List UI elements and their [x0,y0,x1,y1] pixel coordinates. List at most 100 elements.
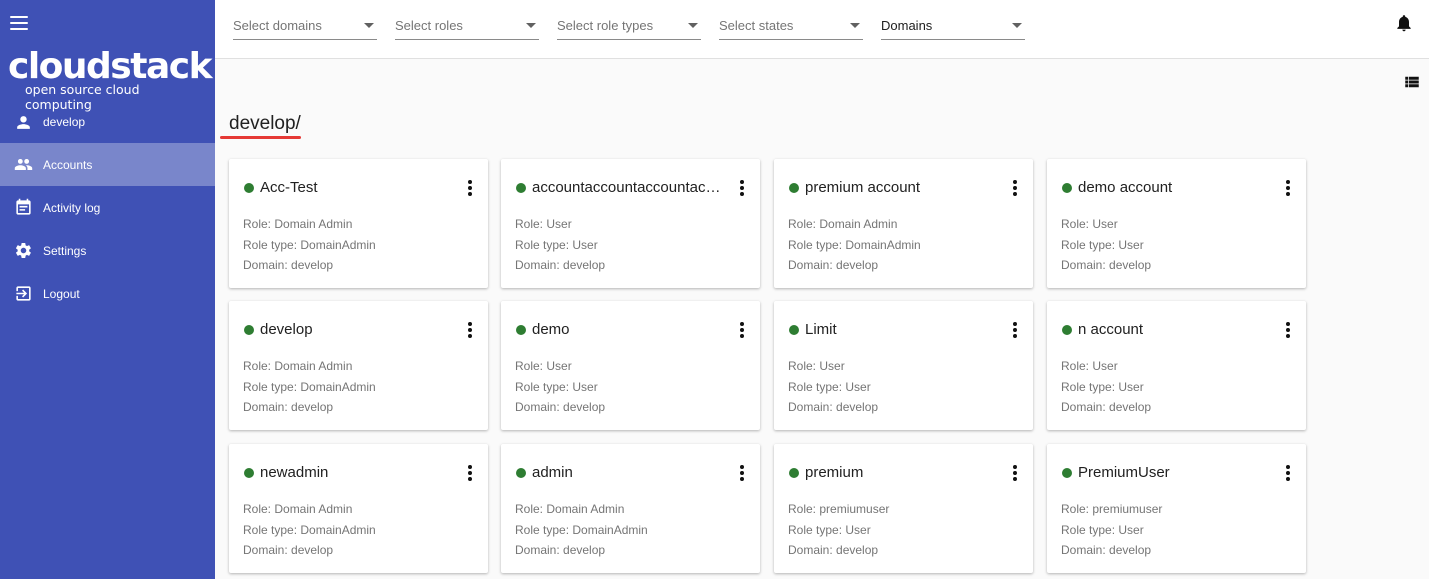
status-dot-icon [789,468,799,478]
sidebar-item-accounts[interactable]: Accounts [0,143,215,186]
account-card[interactable]: premium Role: premiumuser Role type: User D… [774,444,1033,573]
account-role: Role: User [788,359,845,373]
account-card[interactable]: demo account Role: User Role type: User Dom… [1047,159,1306,288]
account-role: Role: Domain Admin [243,217,353,231]
more-vert-icon[interactable] [1011,180,1019,196]
account-card[interactable]: Acc-Test Role: Domain Admin Role type: Dom… [229,159,488,288]
account-role-type: Role type: DomainAdmin [243,523,376,537]
more-vert-icon[interactable] [738,465,746,481]
account-domain: Domain: develop [1061,543,1152,557]
account-name: newadmin [260,464,329,481]
chevron-down-icon [526,23,536,28]
list-view-toggle-icon[interactable] [1403,73,1421,91]
account-role-type: Role type: User [788,523,871,537]
account-card[interactable]: accountaccountaccountaccount Role: User Ro… [501,159,760,288]
account-name: demo [532,321,570,338]
more-vert-icon[interactable] [466,180,474,196]
gear-icon [16,243,31,258]
more-vert-icon[interactable] [1011,465,1019,481]
status-dot-icon [516,325,526,335]
status-dot-icon [516,183,526,193]
account-card[interactable]: PremiumUser Role: premiumuser Role type: U… [1047,444,1306,573]
account-card[interactable]: demo Role: User Role type: User Domain: dev… [501,301,760,430]
sidebar-item-activity-log[interactable]: Activity log [0,186,215,229]
more-vert-icon[interactable] [1284,180,1292,196]
status-dot-icon [244,183,254,193]
sidebar-item-label: Settings [43,243,87,258]
hamburger-menu-icon[interactable] [10,14,28,32]
filter-label: Select states [719,18,794,33]
more-vert-icon[interactable] [466,322,474,338]
role-types-filter-select[interactable]: Select role types [557,15,701,40]
status-dot-icon [1062,325,1072,335]
people-icon [14,158,33,171]
account-card[interactable]: newadmin Role: Domain Admin Role type: Dom… [229,444,488,573]
status-dot-icon [789,183,799,193]
account-card[interactable]: admin Role: Domain Admin Role type: Domain… [501,444,760,573]
status-dot-icon [789,325,799,335]
account-name: premium account [805,179,921,196]
account-name: admin [532,464,573,481]
sidebar-user-label: develop [43,115,86,129]
sidebar-item-label: Accounts [43,157,93,172]
account-domain: Domain: develop [243,258,334,272]
more-vert-icon[interactable] [466,465,474,481]
filter-bar: Select domains Select roles Select role … [215,0,1429,59]
group-by-select[interactable]: Domains [881,15,1025,40]
account-domain: Domain: develop [243,400,334,414]
status-dot-icon [244,468,254,478]
logout-icon [16,286,31,301]
app-root: cloudstack open source cloud computing d… [0,0,1429,579]
account-card[interactable]: premium account Role: Domain Admin Role ty… [774,159,1033,288]
sidebar-item-label: Logout [43,286,80,301]
account-role: Role: Domain Admin [243,359,353,373]
status-dot-icon [244,325,254,335]
account-name: Acc-Test [260,179,318,196]
sidebar-item-settings[interactable]: Settings [0,229,215,272]
account-card[interactable]: n account Role: User Role type: User Domain… [1047,301,1306,430]
account-domain: Domain: develop [788,543,879,557]
sidebar: cloudstack open source cloud computing d… [0,0,215,579]
domains-filter-select[interactable]: Select domains [233,15,377,40]
domain-title-underline [220,136,301,139]
account-role: Role: Domain Admin [243,502,353,516]
sidebar-user[interactable]: develop [0,101,215,143]
sidebar-nav: develop Accounts Activity log Settings L… [0,101,215,315]
person-icon [17,115,30,129]
more-vert-icon[interactable] [1011,322,1019,338]
cloudstack-logo: cloudstack open source cloud computing [8,48,213,113]
account-role: Role: User [515,359,572,373]
account-domain: Domain: develop [515,543,606,557]
more-vert-icon[interactable] [1284,322,1292,338]
account-role-type: Role type: DomainAdmin [788,238,921,252]
account-card[interactable]: Limit Role: User Role type: User Domain: de… [774,301,1033,430]
account-name: n account [1078,321,1144,338]
filter-label: Select domains [233,18,322,33]
sidebar-item-label: Activity log [43,200,101,215]
account-name: demo account [1078,179,1173,196]
more-vert-icon[interactable] [738,180,746,196]
chevron-down-icon [364,23,374,28]
chevron-down-icon [850,23,860,28]
account-domain: Domain: develop [1061,400,1152,414]
account-role-type: Role type: User [1061,238,1144,252]
account-role: Role: User [1061,359,1118,373]
account-role: Role: Domain Admin [788,217,898,231]
account-role-type: Role type: User [1061,523,1144,537]
account-role: Role: premiumuser [1061,502,1163,516]
sidebar-item-logout[interactable]: Logout [0,272,215,315]
account-role: Role: premiumuser [788,502,890,516]
more-vert-icon[interactable] [738,322,746,338]
roles-filter-select[interactable]: Select roles [395,15,539,40]
account-card[interactable]: develop Role: Domain Admin Role type: Doma… [229,301,488,430]
more-vert-icon[interactable] [1284,465,1292,481]
account-domain: Domain: develop [788,400,879,414]
account-role-type: Role type: DomainAdmin [243,238,376,252]
account-domain: Domain: develop [243,543,334,557]
status-dot-icon [1062,468,1072,478]
account-role-type: Role type: User [788,380,871,394]
status-dot-icon [1062,183,1072,193]
notifications-bell-icon[interactable] [1394,12,1414,34]
chevron-down-icon [1012,23,1022,28]
states-filter-select[interactable]: Select states [719,15,863,40]
